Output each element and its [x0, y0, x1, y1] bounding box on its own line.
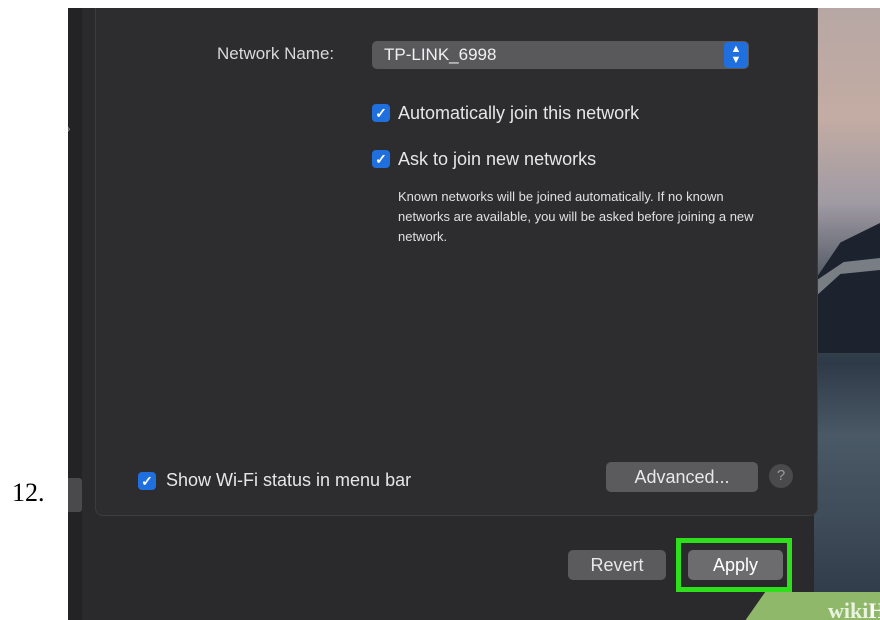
show-wifi-status-label: Show Wi-Fi status in menu bar — [166, 470, 412, 490]
ask-join-checkbox[interactable]: ✓ — [372, 150, 390, 168]
apply-button[interactable]: Apply — [688, 550, 783, 580]
wikihow-watermark: wikiHow — [828, 598, 880, 620]
show-wifi-status-checkbox[interactable]: ✓ — [138, 472, 156, 490]
network-name-label: Network Name: — [217, 44, 335, 63]
network-name-value: TP-LINK_6998 — [384, 45, 497, 64]
step-number: 12. — [12, 478, 45, 507]
sidebar-edge — [68, 8, 82, 620]
wifi-settings-panel: Network Name: TP-LINK_6998 ▲ ▼ ✓ Automati… — [95, 8, 818, 516]
select-stepper-icon[interactable]: ▲ ▼ — [724, 42, 748, 68]
ask-join-help-text: Known networks will be joined automatica… — [398, 189, 754, 244]
auto-join-checkbox[interactable]: ✓ — [372, 104, 390, 122]
sidebar-control[interactable] — [68, 478, 82, 512]
chevron-right-icon: › — [68, 120, 71, 136]
help-button[interactable]: ? — [769, 464, 793, 488]
desktop-wallpaper — [814, 8, 880, 620]
revert-button[interactable]: Revert — [568, 550, 666, 580]
network-name-select[interactable]: TP-LINK_6998 ▲ ▼ — [372, 41, 749, 69]
network-preferences-window: › Network Name: TP-LINK_6998 ▲▼ ✓ Automa… — [68, 8, 880, 620]
ask-join-label: Ask to join new networks — [398, 149, 597, 169]
advanced-button[interactable]: Advanced... — [606, 462, 758, 492]
auto-join-label: Automatically join this network — [398, 103, 640, 123]
